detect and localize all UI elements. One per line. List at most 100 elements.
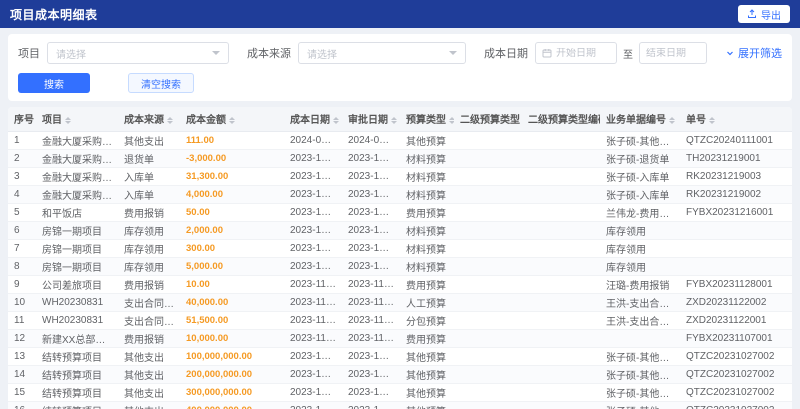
page-content: 项目 请选择 成本来源 请选择 成本日期 开始日期 至 结束日期 展开筛选 搜索… [0,28,800,409]
column-header-label: 预算类型 [406,115,446,127]
table-row[interactable]: 16结转预算项目其他支出400,000,000.002023-10-272023… [8,401,792,409]
cell-business-doc-no: 张子硕-其他支出 [600,383,680,402]
cell-cost-amount: 40,000.00 [180,293,284,312]
cell-budget-type: 费用预算 [400,203,454,222]
sort-icon[interactable] [391,117,397,125]
cell-approval-date: 2023-11-28 [342,275,400,294]
expand-filter-link[interactable]: 展开筛选 [726,45,782,61]
cell-cost-date: 2023-10-27 [284,365,342,384]
column-header-sub-budget-type[interactable]: 二级预算类型 [454,107,522,132]
table-row[interactable]: 6 房锦一期项目 库存领用 2,000.00 2023-12-11 2023-12-11 材… [8,221,792,240]
column-header-business-doc-no[interactable]: 业务单据编号 [600,107,680,132]
cell-cost-date: 2023-12-11 [284,239,342,258]
filter-row: 项目 请选择 成本来源 请选择 成本日期 开始日期 至 结束日期 展开筛选 [18,42,782,64]
column-header-cost-source[interactable]: 成本来源 [118,107,180,132]
sort-icon[interactable] [65,117,71,125]
table-row[interactable]: 13 结转预算项目 其他支出 100,000,000.00 2023-10-27 2023… [8,347,792,366]
cell-budget-type: 其他预算 [400,365,454,384]
cell-budget-type: 分包预算 [400,311,454,330]
column-header-approval-date[interactable]: 审批日期 [342,107,400,132]
cell-project: WH20230831 [36,293,118,312]
cell-index: 5 [8,203,36,222]
column-header-cost-amount[interactable]: 成本金额 [180,107,284,132]
cell-approval-date: 2023-10-27 [342,383,400,402]
cell-budget-type: 人工预算 [400,293,454,312]
table-row[interactable]: 8 房锦一期项目 库存领用 5,000.00 2023-12-11 2023-12-11 材… [8,257,792,276]
export-button[interactable]: 导出 [738,5,790,23]
cell-business-doc-no: 兰伟龙-费用报销 [600,203,680,222]
table-row[interactable]: 10 WH20230831 支出合同执行 40,000.00 2023-11-22 202… [8,293,792,312]
cell-business-doc-no: 张子硕-其他支出 [600,401,680,409]
cell-cost-date: 2023-11-22 [284,311,342,330]
column-header-sub-budget-type-code[interactable]: 二级预算类型编码 [522,107,600,132]
table-row[interactable]: 11 WH20230831 支出合同执行 51,500.00 2023-11-22 202… [8,311,792,330]
sort-icon[interactable] [709,117,715,125]
sort-icon[interactable] [167,117,173,125]
cell-sub-budget-type-code [522,347,600,366]
cost-date-filter: 成本日期 至 [484,42,707,64]
table-row[interactable]: 4 金融大厦采购项目 入库单 4,000.00 2023-12-19 2023-12-19… [8,185,792,204]
project-select-placeholder: 请选择 [56,49,86,61]
cell-sub-budget-type [454,311,522,330]
start-date-input[interactable] [556,47,610,59]
cell-sub-budget-type-code [522,221,600,240]
filter-actions: 搜索 清空搜索 [18,73,782,93]
cell-index: 7 [8,239,36,258]
cell-doc-no: QTZC20231027002 [680,383,792,402]
cell-cost-amount: 200,000,000.00 [180,365,284,384]
cell-business-doc-no: 库存领用 [600,239,680,258]
table-row[interactable]: 15 结转预算项目 其他支出 300,000,000.00 2023-10-27 2023… [8,383,792,402]
cell-project: 结转预算项目 [36,365,118,384]
cell-cost-source: 费用报销 [118,203,180,222]
sort-icon[interactable] [669,117,675,125]
clear-search-button[interactable]: 清空搜索 [128,73,194,93]
cell-business-doc-no: 王洪-支出合同执行 [600,293,680,312]
cell-project: 金融大厦采购项目 [36,167,118,186]
cell-approval-date: 2023-12-19 [342,167,400,186]
cell-project: 房锦一期项目 [36,257,118,276]
cost-source-select[interactable]: 请选择 [298,42,466,64]
cell-sub-budget-type-code [522,203,600,222]
cell-approval-date: 2023-10-27 [342,401,400,409]
search-button[interactable]: 搜索 [18,73,90,93]
cell-sub-budget-type [454,365,522,384]
table-row[interactable]: 14 结转预算项目 其他支出 200,000,000.00 2023-10-27 2023… [8,365,792,384]
column-header-doc-no[interactable]: 单号 [680,107,792,132]
cell-cost-amount: 111.00 [180,131,284,150]
cell-cost-date: 2023-10-27 [284,347,342,366]
cost-date-filter-label: 成本日期 [484,48,528,60]
column-header-budget-type[interactable]: 预算类型 [400,107,454,132]
table-row[interactable]: 7 房锦一期项目 库存领用 300.00 2023-12-11 2023-12-11 材料预… [8,239,792,258]
sort-icon[interactable] [333,117,339,125]
cost-date-start[interactable] [535,42,617,64]
column-header-project[interactable]: 项目 [36,107,118,132]
column-header-index[interactable]: 序号 [8,107,36,132]
cell-project: 结转预算项目 [36,401,118,409]
table-row[interactable]: 1 金融大厦采购项目 其他支出 111.00 2024-01-11 2024-01-11 其… [8,131,792,150]
cell-cost-amount: 5,000.00 [180,257,284,276]
cell-business-doc-no: 张子硕-入库单 [600,185,680,204]
cell-budget-type: 材料预算 [400,221,454,240]
cell-cost-date: 2023-11-22 [284,293,342,312]
table-row[interactable]: 12新建XX总部大厦工程二期费用报销10,000.002023-11-07202… [8,329,792,348]
end-date-input[interactable] [646,47,700,59]
cell-approval-date: 2023-12-11 [342,221,400,240]
sort-icon[interactable] [229,117,235,125]
table-row[interactable]: 5 和平饭店 费用报销 50.00 2023-12-16 2023-12-16 费用预算 兰伟… [8,203,792,222]
project-select[interactable]: 请选择 [47,42,229,64]
cell-project: 房锦一期项目 [36,221,118,240]
table-row[interactable]: 9 公司差旅项目 费用报销 10.00 2023-11-28 2023-11-28 费用预算… [8,275,792,294]
cell-approval-date: 2023-11-07 [342,329,400,348]
table-row[interactable]: 3 金融大厦采购项目 入库单 31,300.00 2023-12-19 2023-12-1… [8,167,792,186]
cost-date-end[interactable] [639,42,707,64]
cell-project: 房锦一期项目 [36,239,118,258]
sort-icon[interactable] [449,117,454,125]
cell-cost-source: 库存领用 [118,221,180,240]
cell-cost-source: 其他支出 [118,365,180,384]
column-header-cost-date[interactable]: 成本日期 [284,107,342,132]
cell-sub-budget-type-code [522,383,600,402]
cell-index: 3 [8,167,36,186]
cell-cost-source: 支出合同执行 [118,311,180,330]
page-title: 项目成本明细表 [10,7,98,22]
table-row[interactable]: 2 金融大厦采购项目 退货单 -3,000.00 2023-12-19 2023-12-1… [8,149,792,168]
